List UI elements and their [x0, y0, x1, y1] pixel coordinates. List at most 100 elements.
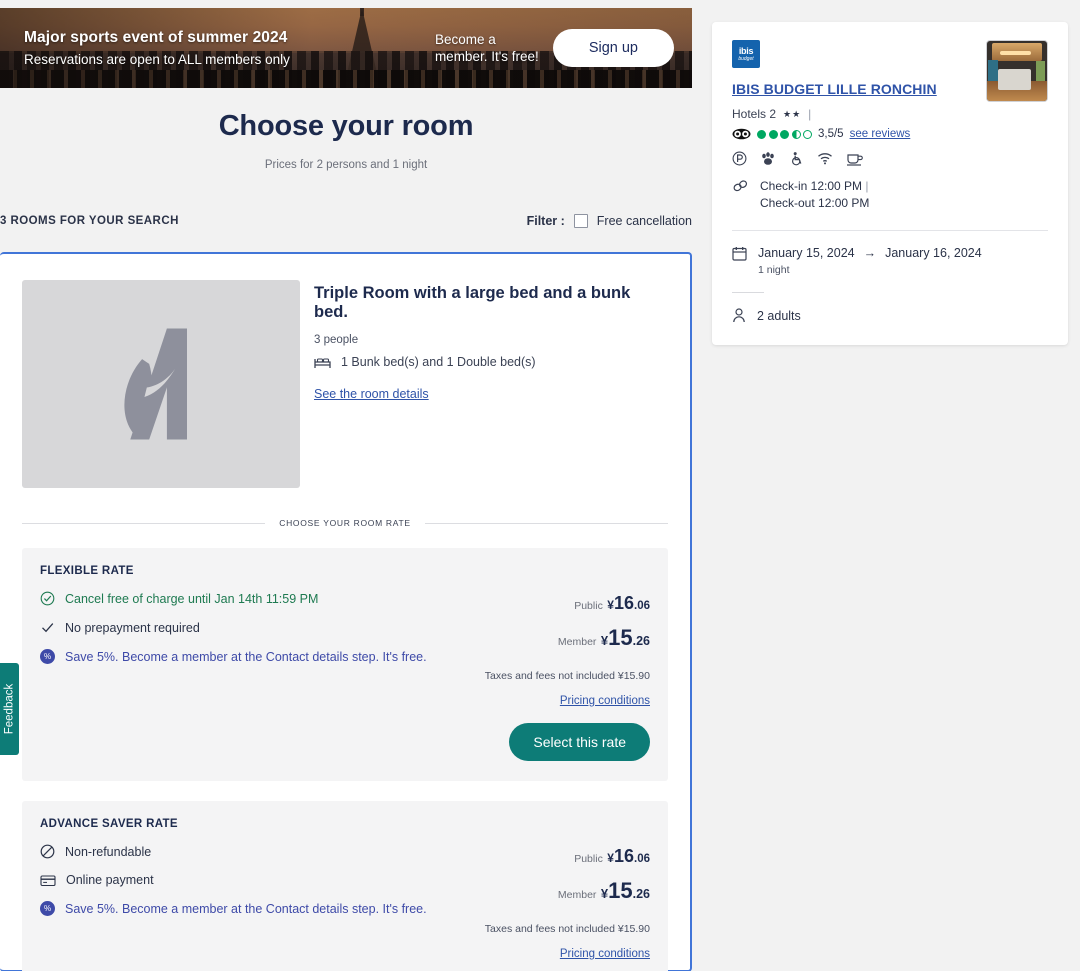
promo-text-group: Major sports event of summer 2024 Reserv…: [24, 29, 290, 67]
rate-block: ADVANCE SAVER RATE Non-refundable Online…: [22, 801, 668, 971]
rate-feature: % Save 5%. Become a member at the Contac…: [40, 649, 470, 664]
free-cancellation-checkbox[interactable]: [573, 214, 588, 228]
room-bed-label: 1 Bunk bed(s) and 1 Double bed(s): [341, 355, 536, 369]
guests-label: 2 adults: [757, 308, 801, 323]
promo-cta-line2: member. It's free!: [434, 49, 539, 64]
page-subtitle: Prices for 2 persons and 1 night: [264, 159, 428, 171]
room-title: Triple Room with a large bed and a bunk …: [314, 284, 631, 321]
stay-dates-row: January 15, 2024 → January 16, 2024 1 ni…: [732, 246, 1048, 276]
parking-icon: [732, 151, 747, 166]
rate-feature: % Save 5%. Become a member at the Contac…: [40, 901, 470, 916]
room-photo-placeholder[interactable]: [22, 280, 300, 488]
rating-bubbles: [757, 129, 812, 139]
rating-bubble-filled: [757, 129, 766, 139]
hotel-name-link[interactable]: IBIS BUDGET LILLE RONCHIN: [732, 81, 986, 97]
bed-icon: [314, 356, 331, 369]
member-price-integer: 15: [608, 878, 633, 903]
filter-group: Filter : Free cancellation: [527, 214, 692, 228]
logo-line-1: ibis: [738, 45, 754, 56]
sign-up-button[interactable]: Sign up: [552, 29, 674, 67]
booking-summary-panel: ibis budget IBIS BUDGET LILLE RONCHIN Ho…: [712, 22, 1068, 345]
select-rate-button[interactable]: Select this rate: [509, 723, 650, 761]
public-price-integer: 16: [613, 593, 634, 613]
room-details-link[interactable]: See the room details: [314, 387, 429, 401]
page-title: Choose your room: [218, 110, 474, 142]
person-icon: [732, 308, 746, 323]
free-cancellation-label: Free cancellation: [596, 214, 692, 228]
rating-row: 3,5/5 see reviews: [732, 128, 986, 140]
summary-divider: [732, 230, 1048, 231]
check-in-date: January 15, 2024: [758, 246, 855, 260]
hotel-stars: ★★: [783, 108, 802, 119]
promo-cta-text: Become a member. It's free!: [435, 31, 539, 65]
public-price-label: Public: [574, 600, 603, 612]
public-price-decimal: .06: [634, 600, 650, 612]
rate-feature: Cancel free of charge until Jan 14th 11:…: [40, 591, 470, 606]
room-capacity: 3 people: [314, 334, 359, 346]
rate-feature: Online payment: [40, 873, 470, 887]
pricing-conditions-link[interactable]: Pricing conditions: [560, 695, 650, 707]
percent-icon: %: [40, 649, 55, 664]
no-refund-icon: [40, 844, 55, 859]
promo-cta-line1: Become a: [434, 32, 496, 47]
ibis-budget-logo-icon: ibis budget: [732, 40, 760, 68]
rate-feature-label: Save 5%. Become a member at the Contact …: [65, 649, 427, 664]
rate-feature-label: Save 5%. Become a member at the Contact …: [65, 901, 427, 916]
member-price-row: Member ¥15.26: [470, 878, 650, 904]
rate-feature-label: Online payment: [66, 873, 154, 887]
results-count: 3 ROOMS FOR YOUR SEARCH: [0, 215, 179, 227]
promo-banner: Major sports event of summer 2024 Reserv…: [0, 8, 692, 88]
filter-label: Filter :: [526, 214, 565, 228]
feedback-tab[interactable]: Feedback: [0, 663, 19, 755]
page-heading-group: Choose your room Prices for 2 persons an…: [0, 110, 692, 171]
rating-bubble-half: [791, 129, 801, 139]
public-price-row: Public ¥16.06: [470, 593, 650, 614]
rate-feature-label: Cancel free of charge until Jan 14th 11:…: [65, 591, 319, 606]
public-price-currency: ¥: [607, 851, 614, 865]
taxes-note: Taxes and fees not included ¥15.90: [484, 923, 650, 935]
hotel-category-separator: |: [808, 107, 812, 121]
accessibility-icon: [789, 151, 804, 166]
thumb-counter: [997, 68, 1032, 91]
member-price-row: Member ¥15.26: [470, 625, 650, 651]
public-price-integer: 16: [613, 846, 634, 866]
public-price-currency: ¥: [607, 598, 614, 612]
pet-icon: [760, 151, 776, 166]
member-price-label: Member: [557, 636, 597, 648]
booking-page: Major sports event of summer 2024 Reserv…: [0, 0, 1080, 971]
rate-feature-label: No prepayment required: [65, 620, 200, 635]
member-price-decimal: .26: [632, 887, 650, 901]
check-out-date: January 16, 2024: [885, 246, 982, 260]
room-card: Triple Room with a large bed and a bunk …: [0, 252, 692, 971]
divider-line-left: [22, 522, 266, 524]
accor-logo-icon: [124, 328, 187, 440]
rate-section-divider: CHOOSE YOUR ROOM RATE: [22, 518, 669, 528]
tripadvisor-icon: [732, 128, 751, 140]
see-reviews-link[interactable]: see reviews: [850, 128, 911, 140]
hotel-category-row: Hotels 2 ★★ |: [732, 107, 986, 121]
rating-bubble-filled: [768, 129, 778, 139]
feedback-tab-label: Feedback: [3, 683, 16, 735]
pricing-conditions-link[interactable]: Pricing conditions: [560, 948, 650, 960]
rate-divider-label: CHOOSE YOUR ROOM RATE: [279, 518, 411, 528]
taxes-note: Taxes and fees not included ¥15.90: [484, 670, 650, 682]
hotel-thumbnail[interactable]: [986, 40, 1048, 102]
rate-block: FLEXIBLE RATE Cancel free of charge unti…: [22, 548, 668, 781]
breakfast-icon: [846, 152, 863, 166]
thumb-left-panel: [988, 60, 998, 83]
amenities-row: [732, 151, 986, 166]
rate-feature-label: Non-refundable: [65, 844, 152, 859]
credit-card-icon: [40, 874, 56, 887]
date-arrow-icon: →: [863, 246, 877, 260]
thumb-right-panel: [1036, 61, 1046, 82]
rate-feature: No prepayment required: [40, 620, 470, 635]
promo-title: Major sports event of summer 2024: [24, 29, 288, 46]
rating-value: 3,5/5: [818, 128, 844, 140]
results-toolbar: 3 ROOMS FOR YOUR SEARCH Filter : Free ca…: [0, 212, 692, 230]
member-price-decimal: .26: [632, 634, 650, 648]
wifi-icon: [817, 152, 833, 165]
hotel-category-label: Hotels 2: [732, 107, 777, 121]
summary-short-divider: [732, 292, 764, 293]
public-price-row: Public ¥16.06: [470, 846, 650, 867]
rating-bubble-filled: [780, 129, 789, 139]
